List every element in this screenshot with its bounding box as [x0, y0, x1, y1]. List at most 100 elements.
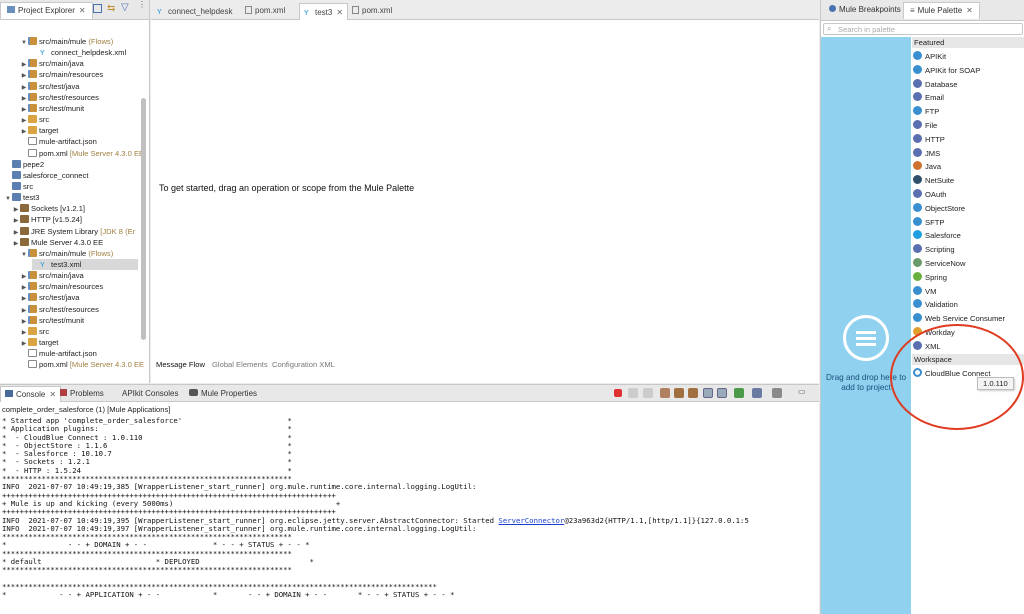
tree-item[interactable]: ▶ target — [20, 337, 58, 348]
palette-item-salesforce[interactable]: Salesforce — [913, 229, 961, 242]
tree-item[interactable]: ▶ src/main/java — [20, 58, 84, 69]
tree-item[interactable]: ▶ HTTP [v1.5.24] — [12, 214, 82, 225]
palette-item-validation[interactable]: Validation — [913, 298, 958, 311]
palette-item-database[interactable]: Database — [913, 78, 958, 91]
tree-item[interactable]: ▶ src/test/munit — [20, 315, 84, 326]
tree-item[interactable]: mule-artifact.json — [20, 136, 97, 147]
word-wrap-icon[interactable] — [688, 388, 698, 398]
tree-item[interactable]: pom.xml [Mule Server 4.3.0 EE — [20, 148, 144, 159]
palette-item-ftp[interactable]: FTP — [913, 105, 939, 118]
palette-item-sftp[interactable]: SFTP — [913, 216, 944, 229]
tab-pom-xml[interactable]: pom.xml — [241, 3, 289, 20]
palette-search[interactable]: ⌕ Search in palette — [823, 23, 1023, 35]
tree-item[interactable]: ʏ connect_helpdesk.xml — [32, 47, 126, 58]
palette-item-java[interactable]: Java — [913, 160, 941, 173]
library-icon — [20, 215, 29, 224]
tree-item[interactable]: ▶ src/test/resources — [20, 92, 99, 103]
expand-toggle-icon[interactable]: ▶ — [12, 239, 20, 250]
tab-console[interactable]: Console ✕ — [0, 386, 62, 402]
tree-item[interactable]: ▶ src — [20, 114, 49, 125]
palette-item-scripting[interactable]: Scripting — [913, 243, 955, 256]
tree-item[interactable]: mule-artifact.json — [20, 348, 97, 359]
tab-problems[interactable]: Problems — [56, 386, 108, 402]
tree-item[interactable]: ▼ test3 — [4, 192, 39, 203]
tree-item[interactable]: ▶ target — [20, 125, 58, 136]
tree-item[interactable]: salesforce_connect — [4, 170, 88, 181]
close-icon[interactable]: ✕ — [336, 8, 343, 17]
minimize-icon[interactable]: ▭ — [798, 387, 806, 396]
palette-item-file[interactable]: File — [913, 119, 937, 132]
tab-connect-helpdesk[interactable]: ʏ connect_helpdesk — [153, 3, 237, 20]
tab-apikit-consoles[interactable]: APIkit Consoles — [118, 386, 182, 402]
tree-item-label: src/test/munit — [39, 315, 85, 325]
scrollbar[interactable] — [141, 98, 146, 340]
display-console-icon[interactable] — [752, 388, 762, 398]
collapse-all-icon[interactable] — [93, 4, 102, 13]
show-stdout-icon[interactable] — [703, 388, 713, 398]
tab-global-elements[interactable]: Global Elements — [212, 360, 268, 369]
remove-all-icon[interactable] — [643, 388, 653, 398]
tree-item-decoration: (Flows) — [86, 248, 114, 258]
palette-item-netsuite[interactable]: NetSuite — [913, 174, 954, 187]
tab-project-explorer[interactable]: Project Explorer ✕ — [0, 2, 93, 19]
tree-item[interactable]: ▶ Mule Server 4.3.0 EE — [12, 237, 103, 248]
tree-item[interactable]: ▶ src/test/java — [20, 81, 80, 92]
tree-item[interactable]: ▶ src/main/java — [20, 270, 84, 281]
tab-message-flow[interactable]: Message Flow — [156, 360, 205, 369]
palette-item-apikit[interactable]: APIKit — [913, 50, 946, 63]
pin-console-icon[interactable] — [734, 388, 744, 398]
tree-item[interactable]: ▶ src/main/resources — [20, 69, 103, 80]
filter-icon[interactable]: ▽ — [121, 2, 129, 13]
palette-item-oauth[interactable]: OAuth — [913, 188, 947, 201]
server-connector-link[interactable]: ServerConnector — [498, 516, 564, 525]
tree-item[interactable]: ▼ src/main/mule (Flows) — [20, 36, 113, 47]
tree-item[interactable]: ▶ src/test/java — [20, 292, 80, 303]
tree-item[interactable]: ▶ src/main/resources — [20, 281, 103, 292]
palette-item-email[interactable]: Email — [913, 91, 944, 104]
tree-item[interactable]: src — [4, 181, 33, 192]
tab-mule-palette[interactable]: ≡ Mule Palette ✕ — [903, 2, 980, 19]
palette-item-jms[interactable]: JMS — [913, 147, 940, 160]
show-stderr-icon[interactable] — [717, 388, 727, 398]
open-console-icon[interactable] — [772, 388, 782, 398]
link-editor-icon[interactable]: ⇆ — [107, 3, 115, 14]
section-featured[interactable]: Featured — [912, 37, 1024, 48]
tree-item-label: src/test/java — [39, 81, 80, 91]
tab-mule-breakpoints[interactable]: Mule Breakpoints — [823, 2, 907, 19]
close-icon[interactable]: ✕ — [79, 6, 86, 15]
clear-console-icon[interactable] — [660, 388, 670, 398]
remove-launch-icon[interactable] — [628, 388, 638, 398]
palette-item-http[interactable]: HTTP — [913, 133, 945, 146]
tree-item[interactable]: ▶ Sockets [v1.2.1] — [12, 203, 85, 214]
tree-item[interactable]: ▶ src — [20, 326, 49, 337]
palette-item-spring[interactable]: Spring — [913, 271, 947, 284]
tree-item[interactable]: ▶ src/test/munit — [20, 103, 84, 114]
tab-test3[interactable]: ʏ test3 ✕ — [299, 3, 349, 20]
tab-configuration-xml[interactable]: Configuration XML — [272, 360, 335, 369]
tree-item[interactable]: ▶ JRE System Library [JDK 8 (Er — [12, 226, 135, 237]
tab-pom-xml-2[interactable]: pom.xml — [348, 3, 396, 20]
close-icon[interactable]: ✕ — [966, 6, 973, 15]
tree-item[interactable]: pom.xml [Mule Server 4.3.0 EE — [20, 359, 144, 370]
palette-item-objectstore[interactable]: ObjectStore — [913, 202, 965, 215]
tree-item[interactable]: ▶ src/test/resources — [20, 304, 99, 315]
tree-item[interactable]: ▼ src/main/mule (Flows) — [20, 248, 113, 259]
palette-item-apikit-for-soap[interactable]: APIKit for SOAP — [913, 64, 980, 77]
tree-item-label: connect_helpdesk.xml — [51, 48, 127, 58]
palette-item-vm[interactable]: VM — [913, 285, 936, 298]
view-menu-icon[interactable]: ⋮ — [138, 1, 146, 9]
tab-label: Mule Properties — [201, 389, 258, 398]
terminate-icon[interactable] — [614, 389, 622, 397]
expand-toggle-icon[interactable]: ▼ — [4, 194, 12, 205]
connector-icon — [913, 92, 922, 102]
scroll-lock-icon[interactable] — [674, 388, 684, 398]
palette-item-servicenow[interactable]: ServiceNow — [913, 257, 966, 270]
expand-toggle-icon[interactable]: ▼ — [20, 250, 28, 261]
tab-mule-properties[interactable]: Mule Properties — [185, 386, 261, 402]
search-input[interactable]: Search in palette — [838, 25, 895, 34]
tree-item[interactable]: pepe2 — [4, 159, 44, 170]
tree-item[interactable]: ʏ test3.xml — [32, 259, 138, 270]
expand-toggle-icon[interactable]: ▼ — [20, 38, 28, 49]
pkgfolder-icon — [28, 304, 37, 313]
tab-label: pom.xml — [362, 6, 393, 15]
